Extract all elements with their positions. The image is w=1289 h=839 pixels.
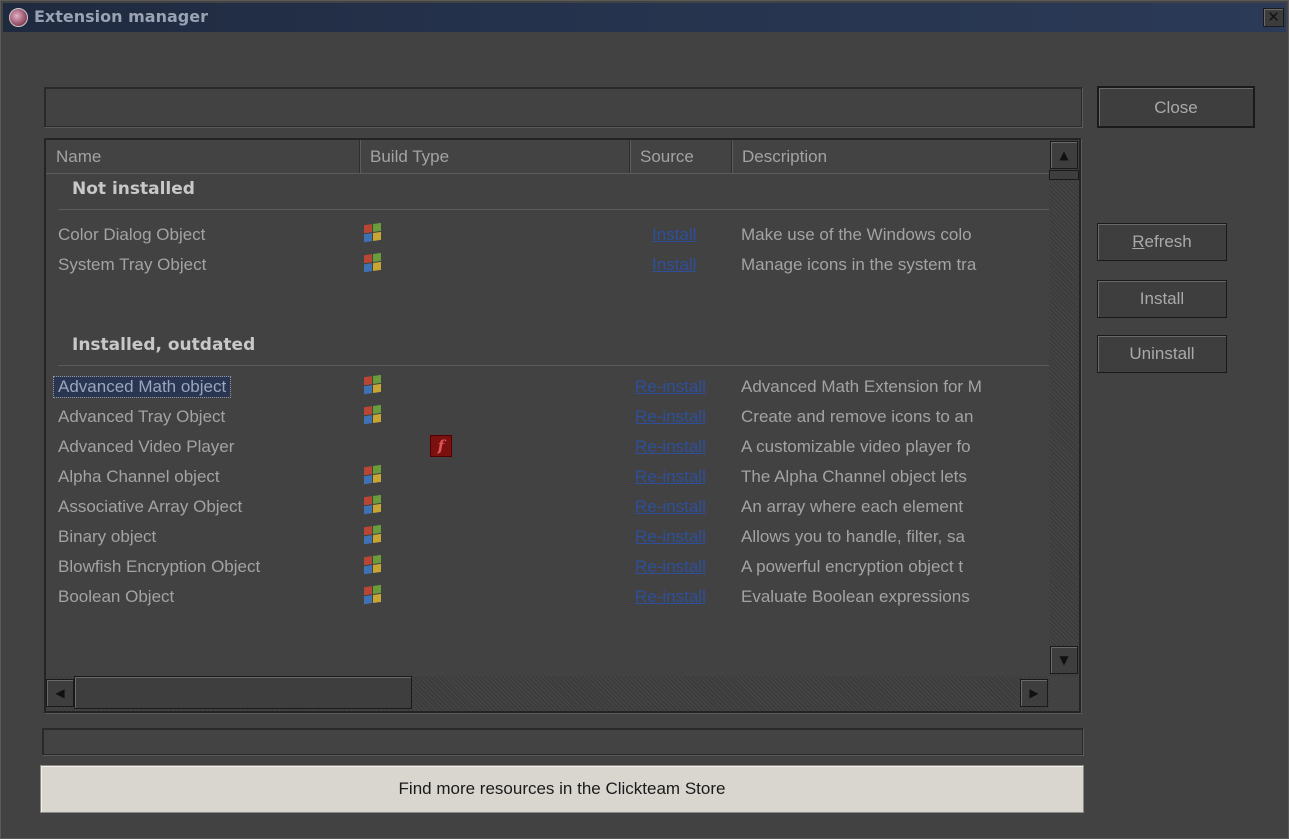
extension-manager-window: Extension manager ✕ Close Refresh Instal… xyxy=(0,0,1289,839)
uninstall-button[interactable]: Uninstall xyxy=(1097,335,1227,373)
scroll-up-icon[interactable]: ▲ xyxy=(1050,141,1078,169)
progress-bar xyxy=(42,728,1083,755)
reinstall-link[interactable]: Re-install xyxy=(635,527,706,547)
list-item[interactable]: Binary object Re-install Allows you to han… xyxy=(46,523,1049,553)
column-header-source[interactable]: Source xyxy=(630,140,732,173)
app-icon xyxy=(9,8,28,27)
extension-description: Evaluate Boolean expressions xyxy=(741,587,970,606)
list-item[interactable]: Alpha Channel object Re-install The Alpha … xyxy=(46,463,1049,493)
reinstall-link[interactable]: Re-install xyxy=(635,587,706,607)
install-button[interactable]: Install xyxy=(1097,280,1227,318)
group-label: Installed, outdated xyxy=(72,335,256,355)
scroll-down-icon[interactable]: ▼ xyxy=(1050,646,1078,674)
extension-list[interactable]: Name Build Type Source Description Not i… xyxy=(44,138,1081,713)
group-divider xyxy=(58,365,1049,366)
windows-icon xyxy=(364,524,382,546)
scroll-left-icon[interactable]: ◀ xyxy=(46,679,74,707)
windows-icon xyxy=(364,584,382,606)
column-header-description[interactable]: Description xyxy=(732,140,1049,173)
extension-name: Blowfish Encryption Object xyxy=(58,557,261,576)
extension-description: Advanced Math Extension for M xyxy=(741,377,982,396)
scroll-right-icon[interactable]: ▶ xyxy=(1020,679,1048,707)
horizontal-scroll-thumb[interactable] xyxy=(74,676,412,709)
extension-name: Binary object xyxy=(58,527,157,546)
windows-icon xyxy=(364,554,382,576)
list-item[interactable]: Blowfish Encryption Object Re-install A po… xyxy=(46,553,1049,583)
extension-name: Color Dialog Object xyxy=(58,225,206,244)
extension-description: Manage icons in the system tra xyxy=(741,255,977,274)
group-header: Not installed xyxy=(46,174,1049,210)
vertical-scrollbar[interactable]: ▲ ▼ xyxy=(1049,140,1079,676)
windows-icon xyxy=(364,374,382,396)
install-link[interactable]: Install xyxy=(652,255,696,275)
list-item[interactable]: Advanced Tray Object Re-install Create and… xyxy=(46,403,1049,433)
install-link[interactable]: Install xyxy=(652,225,696,245)
extension-description: An array where each element xyxy=(741,497,964,516)
list-header: Name Build Type Source Description xyxy=(46,140,1049,174)
extension-description: Allows you to handle, filter, sa xyxy=(741,527,965,546)
extension-description: A powerful encryption object t xyxy=(741,557,964,576)
extension-name: System Tray Object xyxy=(58,255,207,274)
horizontal-scrollbar[interactable]: ◀ ▶ xyxy=(46,676,1049,711)
extension-name: Associative Array Object xyxy=(58,497,243,516)
group-header: Installed, outdated xyxy=(46,330,1049,366)
extension-description: A customizable video player fo xyxy=(741,437,971,456)
refresh-label: efresh xyxy=(1144,232,1192,251)
list-item[interactable]: Associative Array Object Re-install An arr… xyxy=(46,493,1049,523)
extension-description: Make use of the Windows colo xyxy=(741,225,972,244)
windows-icon xyxy=(364,464,382,486)
extension-name: Boolean Object xyxy=(58,587,175,606)
path-field[interactable] xyxy=(44,87,1082,127)
windows-icon xyxy=(364,222,382,244)
windows-icon xyxy=(364,404,382,426)
list-item[interactable]: Advanced Video Player f Re-install A custom… xyxy=(46,433,1049,463)
list-body: Not installed Color Dialog Object Install M… xyxy=(46,174,1049,676)
reinstall-link[interactable]: Re-install xyxy=(635,557,706,577)
list-item[interactable]: Color Dialog Object Install Make use of th… xyxy=(46,221,1049,251)
flash-icon: f xyxy=(430,435,452,457)
reinstall-link[interactable]: Re-install xyxy=(635,377,706,397)
extension-description: Create and remove icons to an xyxy=(741,407,974,426)
column-header-build-type[interactable]: Build Type xyxy=(360,140,630,173)
group-divider xyxy=(58,209,1049,210)
close-button[interactable]: Close xyxy=(1097,86,1255,128)
windows-icon xyxy=(364,494,382,516)
reinstall-link[interactable]: Re-install xyxy=(635,407,706,427)
window-title: Extension manager xyxy=(34,7,208,26)
reinstall-link[interactable]: Re-install xyxy=(635,467,706,487)
extension-name: Advanced Video Player xyxy=(58,437,235,456)
scrollbar-corner xyxy=(1049,676,1079,711)
list-item[interactable]: System Tray Object Install Manage icons in… xyxy=(46,251,1049,281)
reinstall-link[interactable]: Re-install xyxy=(635,437,706,457)
extension-name: Advanced Tray Object xyxy=(58,407,226,426)
list-item[interactable]: Boolean Object Re-install Evaluate Boolean… xyxy=(46,583,1049,613)
extension-name: Advanced Math object xyxy=(52,376,232,398)
windows-icon xyxy=(364,252,382,274)
vertical-scroll-thumb[interactable] xyxy=(1049,170,1079,180)
close-icon[interactable]: ✕ xyxy=(1263,8,1284,27)
refresh-button[interactable]: Refresh xyxy=(1097,223,1227,261)
reinstall-link[interactable]: Re-install xyxy=(635,497,706,517)
extension-description: The Alpha Channel object lets xyxy=(741,467,967,486)
group-label: Not installed xyxy=(72,179,195,199)
title-bar[interactable]: Extension manager ✕ xyxy=(3,3,1286,32)
extension-name: Alpha Channel object xyxy=(58,467,220,486)
list-item[interactable]: Advanced Math object Re-install Advanced M… xyxy=(46,373,1049,403)
refresh-mnemonic: R xyxy=(1132,232,1145,251)
column-header-name[interactable]: Name xyxy=(46,140,360,173)
clickteam-store-button[interactable]: Find more resources in the Clickteam Sto… xyxy=(40,765,1084,813)
